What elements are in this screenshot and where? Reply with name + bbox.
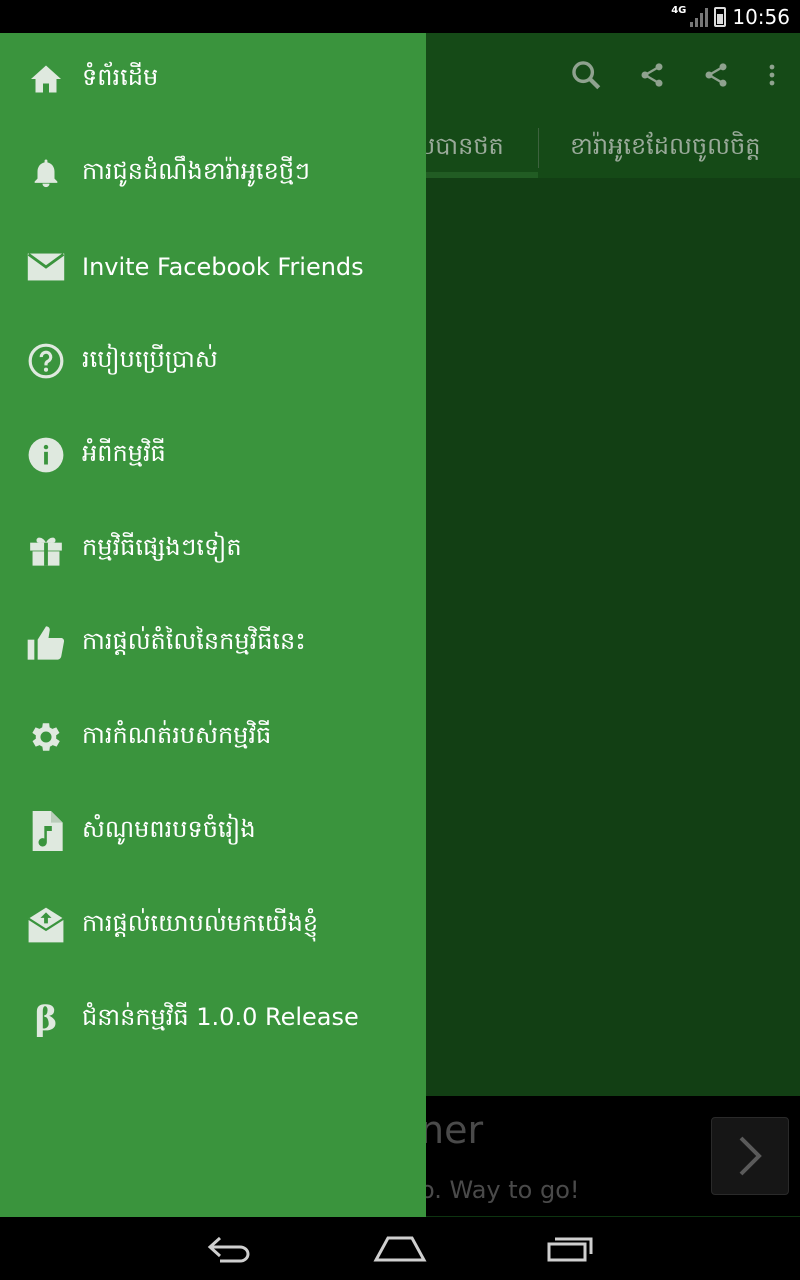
chevron-right-icon	[739, 1136, 762, 1176]
banner-subtitle: o. Way to go!	[420, 1176, 580, 1204]
tab-recorded[interactable]: បបានថត	[420, 118, 504, 178]
drawer-item-label: ការជូនដំណឹងខារ៉ាអូខេថ្មីៗ	[82, 156, 310, 185]
back-button[interactable]	[200, 1225, 260, 1273]
search-icon[interactable]	[566, 50, 606, 100]
drawer-item-how-to-use[interactable]: របៀបប្រើប្រាស់	[0, 321, 426, 401]
drawer-item-label: របៀបប្រើប្រាស់	[82, 344, 218, 373]
drawer-item-label: ការផ្តល់យោបល់មកយើងខ្ញុំ	[82, 908, 319, 937]
drawer-item-other-apps[interactable]: កម្មវិធីផ្សេងៗទៀត	[0, 509, 426, 589]
drawer-item-settings[interactable]: ការកំណត់របស់កម្មវិធី	[0, 697, 426, 777]
battery-icon	[714, 6, 727, 27]
info-icon	[26, 435, 66, 475]
signal-icon	[690, 7, 709, 27]
feedback-mail-icon	[26, 905, 66, 945]
drawer-item-label: ទំព័រដើម	[82, 62, 159, 91]
drawer-item-label: Invite Facebook Friends	[82, 253, 364, 281]
banner-title: ner	[420, 1108, 484, 1152]
navigation-drawer: ទំព័រដើម ការជូនដំណឹងខារ៉ាអូខេថ្មីៗ Invit…	[0, 33, 426, 1217]
drawer-item-song-request[interactable]: សំណូមពរបទចំរៀង	[0, 791, 426, 871]
settings-icon	[26, 717, 66, 757]
status-time: 10:56	[732, 4, 790, 29]
tab-favorites[interactable]: ខារ៉ាអូខេដែលចូលចិត្ត	[570, 118, 760, 178]
network-type: 4G	[671, 5, 687, 16]
mail-icon	[26, 247, 66, 287]
home-nav-icon	[373, 1236, 427, 1262]
home-icon	[26, 59, 66, 99]
drawer-item-notifications[interactable]: ការជូនដំណឹងខារ៉ាអូខេថ្មីៗ	[0, 133, 426, 213]
gift-icon	[26, 529, 66, 569]
banner-next-button[interactable]	[711, 1117, 789, 1195]
recents-icon	[547, 1237, 593, 1262]
thumbs-up-icon	[26, 623, 66, 663]
drawer-item-label: ការកំណត់របស់កម្មវិធី	[82, 720, 272, 749]
recents-button[interactable]	[540, 1225, 600, 1273]
drawer-item-label: ជំនាន់កម្មវិធី 1.0.0 Release	[82, 1002, 359, 1031]
back-icon	[207, 1236, 250, 1263]
music-file-icon	[26, 811, 66, 851]
bell-icon	[26, 153, 66, 193]
more-vert-icon[interactable]	[752, 50, 792, 100]
drawer-item-invite-facebook[interactable]: Invite Facebook Friends	[0, 227, 426, 307]
drawer-item-label: សំណូមពរបទចំរៀង	[82, 814, 256, 843]
drawer-item-label: អំពីកម្មវិធី	[82, 438, 166, 467]
share-icon[interactable]	[632, 50, 672, 100]
status-bar: 4G 10:56	[0, 0, 800, 33]
drawer-item-app-version[interactable]: β ជំនាន់កម្មវិធី 1.0.0 Release	[0, 979, 426, 1059]
drawer-item-home[interactable]: ទំព័រដើម	[0, 39, 426, 119]
drawer-item-about[interactable]: អំពីកម្មវិធី	[0, 415, 426, 495]
share-icon[interactable]	[696, 50, 736, 100]
tab-divider	[538, 128, 539, 168]
home-button[interactable]	[370, 1225, 430, 1273]
help-icon	[26, 341, 66, 381]
drawer-item-feedback[interactable]: ការផ្តល់យោបល់មកយើងខ្ញុំ	[0, 885, 426, 965]
drawer-item-label: ការផ្តល់តំលៃនៃកម្មវិធីនេះ	[82, 626, 306, 655]
drawer-item-rate-app[interactable]: ការផ្តល់តំលៃនៃកម្មវិធីនេះ	[0, 603, 426, 683]
beta-icon: β	[34, 999, 58, 1039]
drawer-item-label: កម្មវិធីផ្សេងៗទៀត	[82, 532, 242, 561]
